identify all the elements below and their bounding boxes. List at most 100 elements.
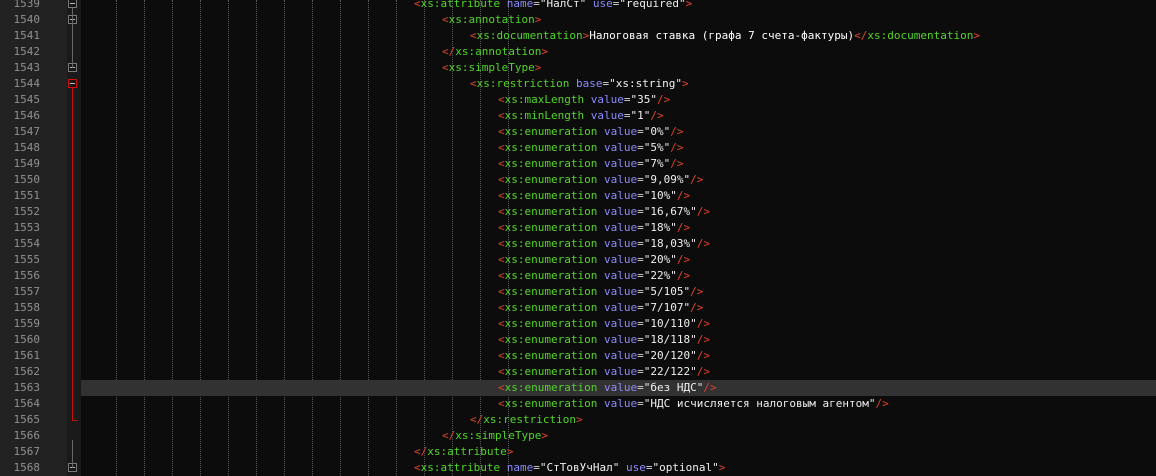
code-text: <xs:enumeration value="22%"/> (498, 268, 690, 284)
code-line[interactable]: <xs:minLength value="1"/> (81, 108, 1156, 124)
code-line[interactable]: <xs:enumeration value="18/118"/> (81, 332, 1156, 348)
token: < (414, 461, 421, 474)
code-line[interactable]: </xs:restriction> (81, 412, 1156, 428)
code-area[interactable]: <xs:attribute name="НалСт" use="required… (81, 0, 1156, 476)
line-number: 1567 (13, 445, 41, 458)
code-text: </xs:simpleType> (442, 428, 548, 444)
token: /> (696, 205, 710, 218)
code-text: <xs:enumeration value="5/105"/> (498, 284, 703, 300)
token: xs:enumeration (504, 237, 598, 250)
code-line[interactable]: <xs:enumeration value="18,03%"/> (81, 236, 1156, 252)
code-line[interactable]: <xs:enumeration value="5%"/> (81, 140, 1156, 156)
token: < (498, 157, 505, 170)
code-line[interactable]: <xs:enumeration value="10/110"/> (81, 316, 1156, 332)
token: = (637, 397, 644, 410)
line-number: 1539 (13, 0, 41, 10)
token: < (498, 141, 505, 154)
fold-collapse-icon[interactable] (68, 79, 77, 88)
token: < (498, 93, 505, 106)
token: xs:enumeration (504, 125, 598, 138)
token: /> (670, 141, 684, 154)
code-line[interactable]: <xs:maxLength value="35"/> (81, 92, 1156, 108)
code-line[interactable]: <xs:enumeration value="20%"/> (81, 252, 1156, 268)
token: = (637, 381, 644, 394)
code-text: <xs:enumeration value="10/110"/> (498, 316, 710, 332)
fold-collapse-icon[interactable] (68, 0, 77, 8)
line-number: 1558 (13, 301, 41, 314)
code-line[interactable]: </xs:annotation> (81, 44, 1156, 60)
token: > (534, 13, 542, 26)
code-line[interactable]: <xs:enumeration value="5/105"/> (81, 284, 1156, 300)
code-line[interactable]: <xs:enumeration value="22/122"/> (81, 364, 1156, 380)
line-number: 1561 (13, 349, 41, 362)
code-text: <xs:enumeration value="7%"/> (498, 156, 683, 172)
code-line[interactable]: <xs:enumeration value="0%"/> (81, 124, 1156, 140)
token: "22/122" (643, 365, 697, 378)
code-editor[interactable]: 1539 1540 1541 1542 1543 1544 1545 1546 1547 1548… (0, 0, 1156, 476)
token: value (597, 365, 638, 378)
code-line[interactable]: <xs:enumeration value="7/107"/> (81, 300, 1156, 316)
token: value (597, 141, 638, 154)
token: < (498, 205, 505, 218)
code-line[interactable]: <xs:enumeration value="22%"/> (81, 268, 1156, 284)
fold-end-marker (72, 420, 78, 421)
code-line[interactable]: <xs:attribute name="НалСт" use="required… (81, 0, 1156, 12)
code-line[interactable]: </xs:simpleType> (81, 428, 1156, 444)
token: xs:enumeration (504, 285, 598, 298)
token: < (498, 125, 505, 138)
line-number: 1559 (13, 317, 41, 330)
token: "СтТовУчНал" (539, 461, 620, 474)
code-line[interactable]: <xs:enumeration value="7%"/> (81, 156, 1156, 172)
token: "10/110" (643, 317, 697, 330)
code-text: <xs:enumeration value="20/120"/> (498, 348, 710, 364)
token: xs:enumeration (504, 141, 598, 154)
token: xs:enumeration (504, 253, 598, 266)
code-line[interactable]: <xs:enumeration value="18%"/> (81, 220, 1156, 236)
fold-range-line (72, 440, 73, 468)
token: < (498, 301, 505, 314)
token: < (498, 237, 505, 250)
token: = (637, 317, 644, 330)
code-line[interactable]: <xs:documentation>Налоговая ставка (граф… (81, 28, 1156, 44)
token: < (498, 381, 505, 394)
token: /> (696, 237, 710, 250)
line-number: 1560 (13, 333, 41, 346)
token: value (597, 173, 638, 186)
line-number: 1563 (13, 381, 41, 394)
code-line[interactable]: <xs:enumeration value="НДС исчисляется н… (81, 396, 1156, 412)
line-number: 1542 (13, 45, 41, 58)
code-line[interactable]: <xs:enumeration value="20/120"/> (81, 348, 1156, 364)
code-line[interactable]: </xs:attribute> (81, 444, 1156, 460)
code-text: <xs:enumeration value="22/122"/> (498, 364, 710, 380)
code-text: <xs:enumeration value="НДС исчисляется н… (498, 396, 889, 412)
code-line[interactable]: <xs:enumeration value="9,09%"/> (81, 172, 1156, 188)
token: "7%" (643, 157, 671, 170)
token: > (534, 61, 542, 74)
token: value (597, 269, 638, 282)
token: < (498, 365, 505, 378)
token: "10%" (643, 189, 677, 202)
token: "НДС исчисляется налоговым агентом" (643, 397, 876, 410)
code-text: <xs:enumeration value="18%"/> (498, 220, 690, 236)
code-line[interactable]: <xs:restriction base="xs:string"> (81, 76, 1156, 92)
current-line[interactable]: <xs:enumeration value="без НДС"/> (81, 380, 1156, 396)
line-number: 1565 (13, 413, 41, 426)
token: < (442, 13, 449, 26)
token: = (637, 205, 644, 218)
token: value (597, 301, 638, 314)
code-line[interactable]: <xs:attribute name="СтТовУчНал" use="opt… (81, 460, 1156, 476)
code-text: <xs:enumeration value="18,03%"/> (498, 236, 710, 252)
code-text: <xs:enumeration value="без НДС"/> (498, 380, 717, 396)
token: xs:enumeration (504, 397, 598, 410)
token: xs:attribute (420, 0, 501, 10)
code-line[interactable]: <xs:enumeration value="16,67%"/> (81, 204, 1156, 220)
token: /> (696, 317, 710, 330)
token: > (718, 461, 726, 474)
code-line[interactable]: <xs:annotation> (81, 12, 1156, 28)
code-line[interactable]: <xs:simpleType> (81, 60, 1156, 76)
token: < (498, 317, 505, 330)
token: "0%" (643, 125, 671, 138)
token: /> (690, 285, 704, 298)
code-line[interactable]: <xs:enumeration value="10%"/> (81, 188, 1156, 204)
code-text: <xs:enumeration value="0%"/> (498, 124, 683, 140)
